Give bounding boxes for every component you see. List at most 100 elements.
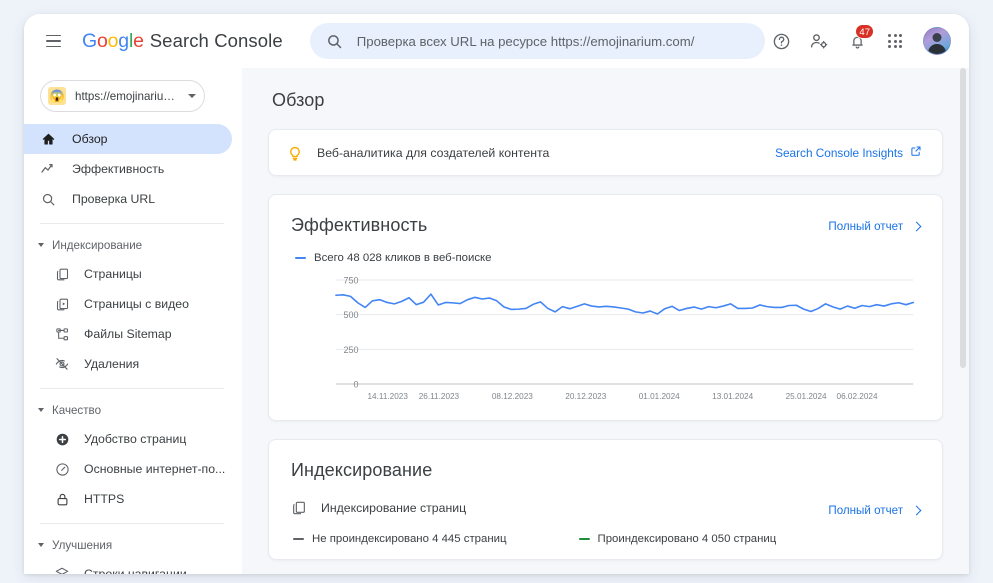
svg-text:250: 250 xyxy=(343,345,358,355)
sidebar-item-sitemaps[interactable]: Файлы Sitemap xyxy=(24,319,232,349)
sidebar-item-label: Удаления xyxy=(84,357,140,371)
performance-legend[interactable]: Всего 48 028 кликов в веб-поиске xyxy=(295,252,920,264)
search-console-insights-link[interactable]: Search Console Insights xyxy=(775,145,922,160)
chevron-right-icon xyxy=(911,221,922,232)
chevron-down-icon xyxy=(38,243,44,247)
body: 😱 https://emojinarium.... Обзор Эффектив… xyxy=(24,68,969,574)
brand-logo[interactable]: Google Search Console xyxy=(82,30,283,53)
sidebar-group-label: Качество xyxy=(52,403,102,417)
svg-text:13.01.2024: 13.01.2024 xyxy=(712,392,753,401)
svg-text:20.12.2023: 20.12.2023 xyxy=(565,392,606,401)
legend-swatch xyxy=(295,256,306,260)
performance-chart-labels: 0 250 500 750 14.11.2023 26.11.2023 08.12.2023… xyxy=(343,276,878,402)
account-switch-icon[interactable] xyxy=(803,25,835,57)
legend-swatch xyxy=(293,537,304,541)
eye-off-icon xyxy=(54,356,70,372)
video-pages-icon xyxy=(54,296,70,312)
search-bar[interactable] xyxy=(309,23,765,59)
indexing-card: Индексирование Индексирование страниц По… xyxy=(268,439,943,560)
sidebar-item-label: HTTPS xyxy=(84,492,125,506)
divider xyxy=(40,388,224,389)
apps-grid-icon[interactable] xyxy=(879,25,911,57)
sidebar-item-core-web-vitals[interactable]: Основные интернет-по... xyxy=(24,454,232,484)
main-content: Обзор Веб-аналитика для создателей конте… xyxy=(242,68,969,574)
page-title: Обзор xyxy=(272,90,325,110)
home-icon xyxy=(40,131,56,147)
divider xyxy=(40,523,224,524)
sitemap-icon xyxy=(54,326,70,342)
sidebar-item-url-inspection[interactable]: Проверка URL xyxy=(24,184,232,214)
performance-card: Эффективность Полный отчет Всего 48 028 … xyxy=(268,194,943,421)
insights-link-label: Search Console Insights xyxy=(775,145,903,160)
search-icon xyxy=(40,191,56,207)
sidebar-item-breadcrumbs[interactable]: Строки навигации xyxy=(24,559,232,574)
sidebar-item-pages[interactable]: Страницы xyxy=(24,259,232,289)
indexing-title: Индексирование xyxy=(291,460,433,480)
sidebar-item-label: Файлы Sitemap xyxy=(84,327,172,341)
divider xyxy=(40,223,224,224)
property-selector[interactable]: 😱 https://emojinarium.... xyxy=(40,80,205,112)
page-experience-icon xyxy=(54,431,70,447)
chevron-down-icon xyxy=(188,94,196,98)
pages-icon xyxy=(291,500,307,516)
svg-text:25.01.2024: 25.01.2024 xyxy=(786,392,827,401)
sidebar-item-overview[interactable]: Обзор xyxy=(24,124,232,154)
sidebar-item-page-experience[interactable]: Удобство страниц xyxy=(24,424,232,454)
legend-label: Проиндексировано 4 050 страниц xyxy=(597,533,777,545)
sidebar-item-performance[interactable]: Эффективность xyxy=(24,154,232,184)
sidebar-item-removals[interactable]: Удаления xyxy=(24,349,232,379)
svg-text:26.11.2023: 26.11.2023 xyxy=(419,392,460,401)
google-wordmark: Google xyxy=(82,29,144,52)
notifications-icon[interactable]: 47 xyxy=(841,24,874,57)
sidebar-group-indexing[interactable]: Индексирование xyxy=(24,233,242,257)
external-link-icon xyxy=(910,145,922,160)
insights-text: Веб-аналитика для создателей контента xyxy=(317,145,550,160)
sidebar-group-label: Улучшения xyxy=(52,538,113,552)
app-window: Google Search Console Проверка всех URL … xyxy=(24,14,969,574)
menu-icon[interactable] xyxy=(38,26,68,56)
help-icon[interactable] xyxy=(765,25,797,57)
indexing-legend-indexed[interactable]: Проиндексировано 4 050 страниц xyxy=(578,533,777,545)
svg-text:14.11.2023: 14.11.2023 xyxy=(368,392,409,401)
sidebar-group-quality[interactable]: Качество xyxy=(24,398,242,422)
trending-up-icon xyxy=(40,161,56,177)
sidebar-item-label: Строки навигации xyxy=(84,567,187,574)
sidebar-item-label: Эффективность xyxy=(72,162,165,176)
sidebar-item-label: Проверка URL xyxy=(72,192,156,206)
scrollbar[interactable] xyxy=(959,68,967,574)
svg-text:500: 500 xyxy=(343,310,358,320)
sidebar-item-https[interactable]: HTTPS xyxy=(24,484,232,514)
sidebar-item-video-pages[interactable]: Страницы с видео xyxy=(24,289,232,319)
avatar[interactable] xyxy=(923,27,951,55)
indexing-legend-not-indexed[interactable]: Не проиндексировано 4 445 страниц xyxy=(293,533,507,545)
svg-text:06.02.2024: 06.02.2024 xyxy=(837,392,878,401)
sidebar-group-label: Индексирование xyxy=(52,238,143,252)
property-url: https://emojinarium.... xyxy=(75,89,183,103)
performance-full-report-link[interactable]: Полный отчет xyxy=(828,215,922,233)
indexing-full-report-link[interactable]: Полный отчет xyxy=(828,499,922,517)
svg-text:08.12.2023: 08.12.2023 xyxy=(492,392,533,401)
product-name: Search Console xyxy=(149,30,283,51)
performance-title: Эффективность xyxy=(291,215,428,235)
sidebar-item-label: Страницы xyxy=(84,267,142,281)
sidebar-group-enhancements[interactable]: Улучшения xyxy=(24,533,242,557)
search-icon xyxy=(326,33,343,50)
svg-text:750: 750 xyxy=(343,276,358,286)
scrollbar-thumb[interactable] xyxy=(960,68,966,368)
speedometer-icon xyxy=(54,461,70,477)
lock-icon xyxy=(54,491,70,507)
svg-text:0: 0 xyxy=(353,380,358,390)
sidebar-item-label: Удобство страниц xyxy=(84,432,187,446)
indexing-row: Индексирование страниц Полный отчет xyxy=(291,499,922,517)
full-report-label: Полный отчет xyxy=(828,504,903,517)
sidebar-item-label: Страницы с видео xyxy=(84,297,189,311)
search-input[interactable] xyxy=(356,33,749,49)
top-bar: Google Search Console Проверка всех URL … xyxy=(24,14,969,68)
top-actions: 47 xyxy=(765,24,953,57)
layers-icon xyxy=(54,566,70,574)
legend-swatch xyxy=(578,537,590,541)
chevron-down-icon xyxy=(38,543,44,547)
insights-banner: Веб-аналитика для создателей контента Se… xyxy=(268,129,943,176)
legend-label: Всего 48 028 кликов в веб-поиске xyxy=(314,252,492,264)
site-favicon-icon: 😱 xyxy=(48,87,66,105)
